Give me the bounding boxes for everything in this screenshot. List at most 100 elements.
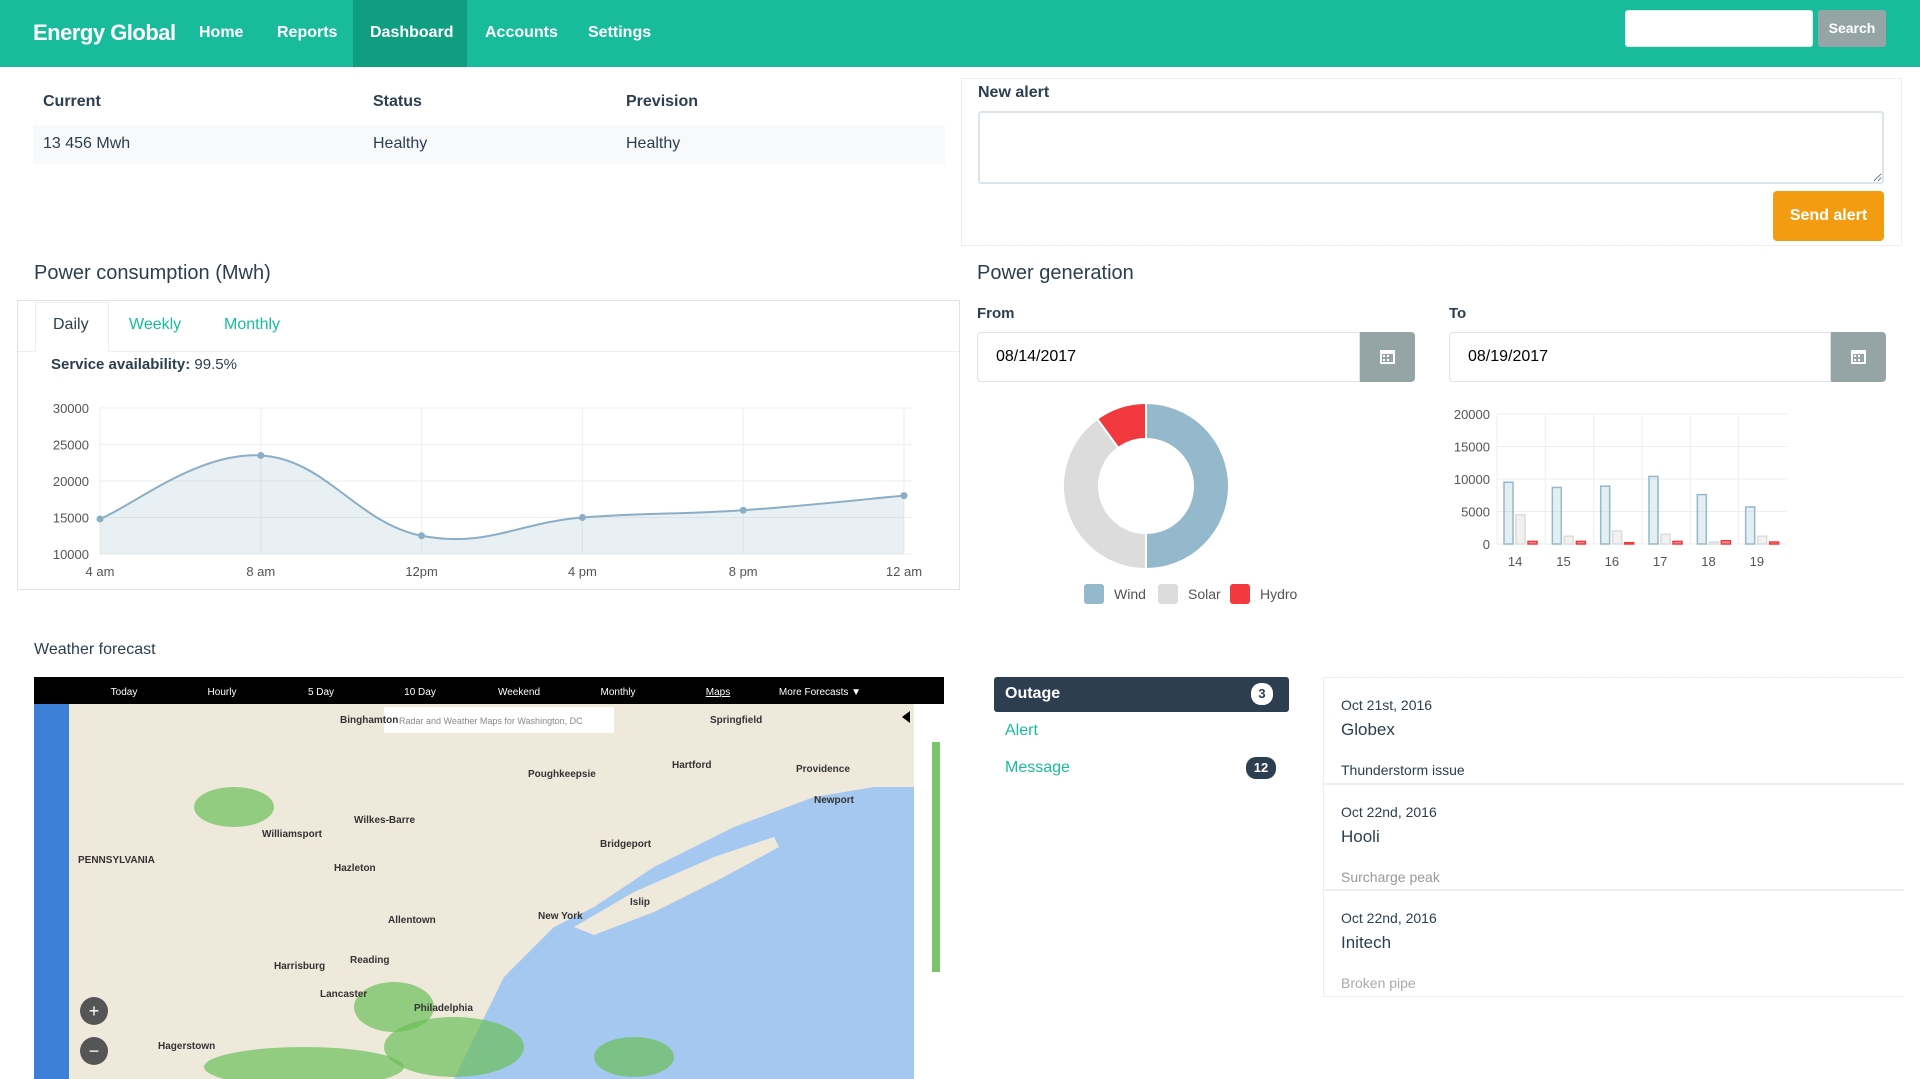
category-outage[interactable]: Outage 3 <box>994 677 1289 712</box>
bar-solar <box>1563 535 1575 545</box>
search-button[interactable]: Search <box>1818 10 1886 47</box>
x-tick-label: 12pm <box>405 564 438 579</box>
radar-precipitation <box>594 1037 674 1077</box>
event-date: Oct 22nd, 2016 <box>1341 804 1437 820</box>
map-city-label: Reading <box>350 955 389 966</box>
y-tick-label: 30000 <box>53 401 89 416</box>
legend-label: Wind <box>1114 586 1146 602</box>
bar-solar <box>1660 533 1671 545</box>
x-tick-label: 4 pm <box>568 564 597 579</box>
weather-map[interactable]: Today Hourly 5 Day 10 Day Weekend Monthly Maps… <box>34 677 944 1079</box>
header-prevision: Prevision <box>626 93 699 110</box>
minus-icon: − <box>89 1041 100 1061</box>
map-toolbar-10-day[interactable]: 10 Day <box>404 687 436 698</box>
map-city-label: Hartford <box>672 760 711 771</box>
bar-hydro <box>1527 540 1538 545</box>
outage-count-badge: 3 <box>1251 683 1273 705</box>
map-city-label: Philadelphia <box>414 1003 473 1014</box>
calendar-icon <box>1851 350 1866 364</box>
category-outage-label: Outage <box>1005 685 1061 702</box>
bar-hydro <box>1623 541 1635 545</box>
y-tick-label: 15000 <box>1454 440 1490 455</box>
event-card[interactable]: Oct 21st, 2016 Globex Thunderstorm issue <box>1323 677 1904 784</box>
y-tick-label: 15000 <box>53 511 89 526</box>
area-fill <box>100 455 904 554</box>
map-toolbar-more-forecasts-[interactable]: More Forecasts ▼ <box>779 687 861 698</box>
send-alert-button[interactable]: Send alert <box>1773 191 1884 241</box>
y-tick-label: 5000 <box>1461 505 1490 520</box>
x-tick-label: 12 am <box>886 564 922 579</box>
nav-reports[interactable]: Reports <box>277 24 337 42</box>
map-city-label: Hazleton <box>334 863 376 874</box>
consumption-title: Power consumption (Mwh) <box>34 262 271 284</box>
bar-solar <box>1611 530 1623 545</box>
map-city-label: Poughkeepsie <box>528 769 596 780</box>
nav-accounts[interactable]: Accounts <box>485 24 558 42</box>
bar-hydro <box>1672 540 1683 545</box>
map-toolbar-5-day[interactable]: 5 Day <box>308 687 334 698</box>
bar-wind <box>1503 481 1514 545</box>
data-point <box>96 515 104 523</box>
bar-solar <box>1708 541 1720 545</box>
x-tick-label: 16 <box>1605 554 1619 569</box>
table-row <box>33 125 945 164</box>
search-input[interactable] <box>1625 10 1813 47</box>
navbar: Energy Global Home Reports Dashboard Acc… <box>0 0 1920 67</box>
nav-settings[interactable]: Settings <box>588 24 651 42</box>
availability-value: 99.5% <box>194 356 237 373</box>
x-tick-label: 8 pm <box>729 564 758 579</box>
generation-donut-chart: Wind Solar Hydro <box>1062 401 1298 604</box>
consumption-chart: 30000 25000 20000 15000 10000 4 am 8 am 12pm 4 p… <box>53 401 922 579</box>
map-city-label: Springfield <box>710 715 762 726</box>
x-tick-label: 18 <box>1701 554 1715 569</box>
event-card[interactable]: Oct 22nd, 2016 Hooli Surcharge peak <box>1323 784 1904 890</box>
alert-textarea[interactable] <box>978 111 1884 184</box>
x-tick-label: 14 <box>1508 554 1522 569</box>
plus-icon: + <box>89 1001 100 1021</box>
tab-daily[interactable]: Daily <box>53 316 89 334</box>
radar-precipitation <box>194 787 274 827</box>
category-alert[interactable]: Alert <box>1005 722 1038 740</box>
x-tick-label: 8 am <box>246 564 275 579</box>
event-name: Initech <box>1341 933 1392 952</box>
map-city-label: Newport <box>814 795 855 806</box>
from-calendar-button[interactable] <box>1360 332 1415 382</box>
map-city-label: Hagerstown <box>158 1041 215 1052</box>
to-date-input[interactable] <box>1449 332 1831 382</box>
bar-wind <box>1648 475 1659 545</box>
tab-weekly[interactable]: Weekly <box>129 316 181 334</box>
event-card[interactable]: Oct 22nd, 2016 Initech Broken pipe <box>1323 890 1904 997</box>
bar-wind <box>1744 506 1756 545</box>
from-date-input[interactable] <box>977 332 1360 382</box>
brand-logo[interactable]: Energy Global <box>33 20 176 46</box>
to-calendar-button[interactable] <box>1831 332 1886 382</box>
legend-swatch <box>1230 584 1250 604</box>
data-point <box>418 532 426 540</box>
map-city-label: Bridgeport <box>600 839 652 850</box>
generation-bar-chart: 20000 15000 10000 5000 0 14 15 16 17 18 19 <box>1454 407 1787 569</box>
map-city-label: Binghamton <box>340 715 398 726</box>
radar-legend <box>932 742 940 972</box>
map-toolbar-today[interactable]: Today <box>111 687 138 698</box>
map-toolbar-monthly[interactable]: Monthly <box>600 687 635 698</box>
tab-monthly[interactable]: Monthly <box>224 316 280 334</box>
header-status: Status <box>373 93 422 110</box>
radar-map[interactable]: Today Hourly 5 Day 10 Day Weekend Monthly Maps… <box>34 677 944 1079</box>
map-toolbar-maps[interactable]: Maps <box>706 687 730 698</box>
nav-dashboard[interactable]: Dashboard <box>370 24 454 42</box>
bar-solar <box>1515 514 1526 545</box>
y-tick-label: 10000 <box>53 547 89 562</box>
map-city-label: Islip <box>630 897 650 908</box>
message-count-badge: 12 <box>1246 757 1276 779</box>
cell-current: 13 456 Mwh <box>43 135 131 152</box>
y-tick-label: 25000 <box>53 438 89 453</box>
category-message[interactable]: Message <box>1005 759 1070 777</box>
legend-label: Hydro <box>1260 586 1298 602</box>
map-toolbar-hourly[interactable]: Hourly <box>208 687 237 698</box>
to-label: To <box>1449 305 1467 322</box>
event-message: Thunderstorm issue <box>1341 762 1465 778</box>
x-tick-label: 17 <box>1653 554 1667 569</box>
nav-home[interactable]: Home <box>199 24 243 42</box>
y-tick-label: 20000 <box>1454 407 1490 422</box>
map-toolbar-weekend[interactable]: Weekend <box>498 687 540 698</box>
